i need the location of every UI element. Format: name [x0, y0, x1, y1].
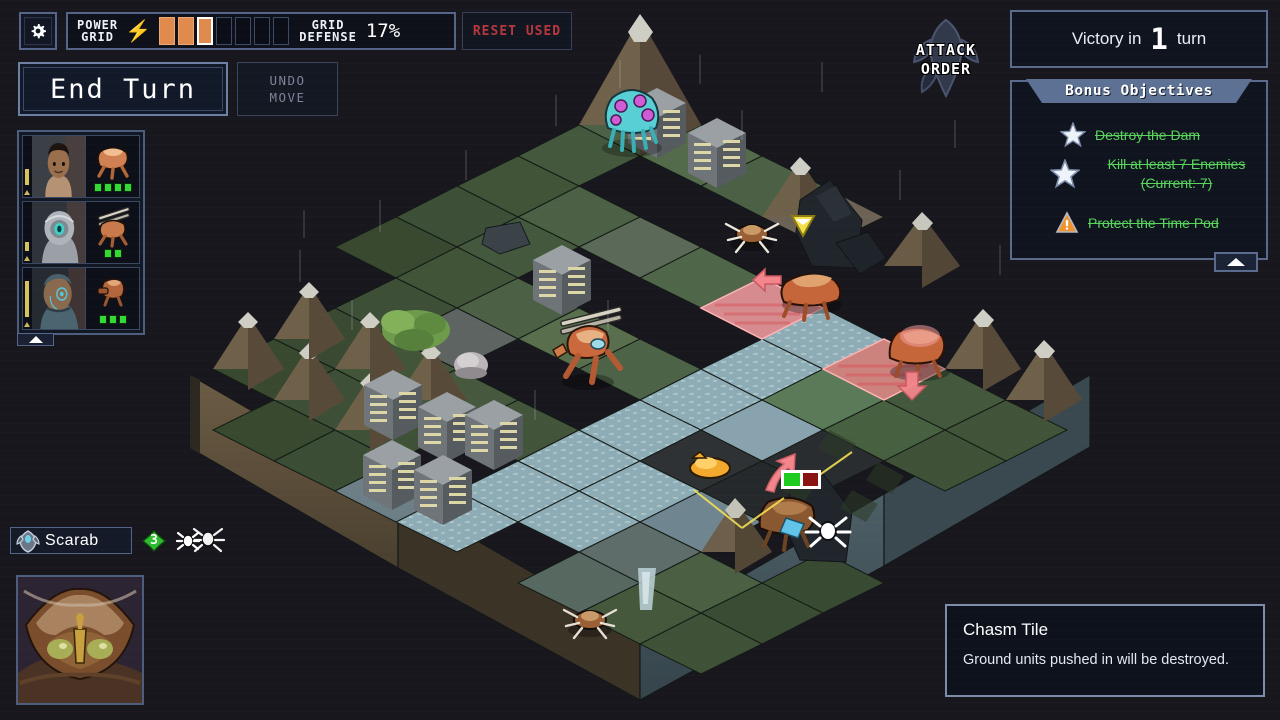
- undo-move-button[interactable]: UNDO MOVE: [237, 62, 338, 116]
- end-turn-label: End Turn: [49, 73, 197, 105]
- star-icon: [1050, 159, 1080, 189]
- lightning-bolt-icon: ⚡: [125, 19, 152, 43]
- objective-row-2[interactable]: Kill at least 7 Enemies (Current: 7): [1050, 155, 1264, 193]
- objective-row-3[interactable]: Protect the Time Pod: [1055, 211, 1219, 235]
- reset-used-button[interactable]: RESET USED: [462, 12, 572, 50]
- selected-enemy-health: 3: [150, 533, 158, 548]
- mech-xp-column-2: [23, 202, 32, 263]
- marker-enemy-health-bar: [781, 470, 821, 489]
- scarab-unit-icon: [16, 530, 40, 553]
- tooltip-body: Ground units pushed in will be destroyed…: [963, 652, 1229, 668]
- power-cell-2: [178, 17, 195, 45]
- mech-xp-column-1: [23, 136, 32, 197]
- end-turn-button[interactable]: End Turn: [18, 62, 228, 116]
- victory-prefix: Victory in: [1071, 29, 1142, 48]
- mech-sprite-2[interactable]: [85, 202, 139, 263]
- power-cell-6: [254, 17, 271, 45]
- objective-label-3: Protect the Time Pod: [1088, 214, 1219, 231]
- pilot-portrait-2[interactable]: [32, 202, 85, 263]
- mech-card-3[interactable]: [22, 267, 140, 330]
- grid-defense-label: GRID DEFENSE: [299, 18, 357, 44]
- objective-label-2: Kill at least 7 Enemies (Current: 7): [1107, 156, 1246, 191]
- selected-enemy-info: Scarab 3: [10, 527, 200, 554]
- settings-button[interactable]: [19, 12, 57, 50]
- power-grid-label: POWER GRID: [77, 18, 119, 44]
- victory-suffix: turn: [1176, 29, 1207, 48]
- mech-roster: [17, 130, 145, 335]
- gear-icon: [31, 24, 46, 39]
- chevron-up-icon: [28, 336, 43, 343]
- unit-blobber[interactable]: [602, 89, 662, 157]
- pilot-portrait-1[interactable]: [32, 136, 85, 197]
- bonus-objectives-panel: Bonus Objectives Destroy the Dam Kill at…: [1010, 79, 1268, 272]
- undo-move-label-l2: MOVE: [269, 90, 306, 105]
- mech-card-1[interactable]: [22, 135, 140, 198]
- star-icon: [1060, 122, 1086, 148]
- power-grid-panel: POWER GRID ⚡ GRID DEFENSE 17%: [66, 12, 456, 50]
- tooltip-title: Chasm Tile: [963, 620, 1049, 639]
- victory-counter-panel: Victory in 1 turn: [1010, 10, 1268, 68]
- tile-tooltip: Chasm Tile Ground units pushed in will b…: [945, 604, 1265, 697]
- power-cell-4: [216, 17, 233, 45]
- power-grid-cells[interactable]: [159, 17, 290, 45]
- roster-collapse-button[interactable]: [17, 333, 54, 346]
- undo-move-label-l1: UNDO: [269, 73, 306, 88]
- warning-icon: [1055, 211, 1079, 233]
- mech-sprite-1[interactable]: [85, 136, 139, 197]
- grid-defense-value: 17%: [365, 20, 401, 42]
- power-cell-5: [235, 17, 252, 45]
- mech-xp-column-3: [23, 268, 32, 329]
- power-cell-3: [197, 17, 214, 45]
- bonus-objectives-title: Bonus Objectives: [1026, 79, 1252, 103]
- spider-icon: [176, 531, 200, 550]
- objective-row-1[interactable]: Destroy the Dam: [1060, 122, 1200, 148]
- chevron-up-icon: [1227, 258, 1245, 266]
- selected-enemy-health-badge: 3: [142, 529, 166, 552]
- selected-enemy-name-box[interactable]: Scarab: [10, 527, 132, 554]
- mech-health-pips-1: [93, 183, 132, 192]
- victory-turns: 1: [1150, 21, 1168, 56]
- mech-health-pips-3: [98, 315, 127, 324]
- mech-health-pips-2: [103, 249, 122, 258]
- mech-sprite-3[interactable]: [85, 268, 139, 329]
- power-cell-1: [159, 17, 176, 45]
- unit-spider-1[interactable]: [724, 222, 780, 254]
- mech-card-2[interactable]: [22, 201, 140, 264]
- selected-enemy-portrait: [16, 575, 144, 705]
- unit-scarab-3[interactable]: [758, 496, 816, 552]
- objectives-collapse-button[interactable]: [1214, 252, 1258, 272]
- attack-order-badge[interactable]: ATTACK ORDER: [900, 14, 992, 102]
- pilot-portrait-3[interactable]: [32, 268, 85, 329]
- unit-spider-2[interactable]: [562, 608, 618, 640]
- power-cell-7: [273, 17, 290, 45]
- selected-enemy-name: Scarab: [45, 531, 99, 549]
- boulder: [454, 352, 488, 379]
- objective-label-1: Destroy the Dam: [1095, 126, 1201, 143]
- attack-order-label: ATTACK ORDER: [915, 41, 977, 78]
